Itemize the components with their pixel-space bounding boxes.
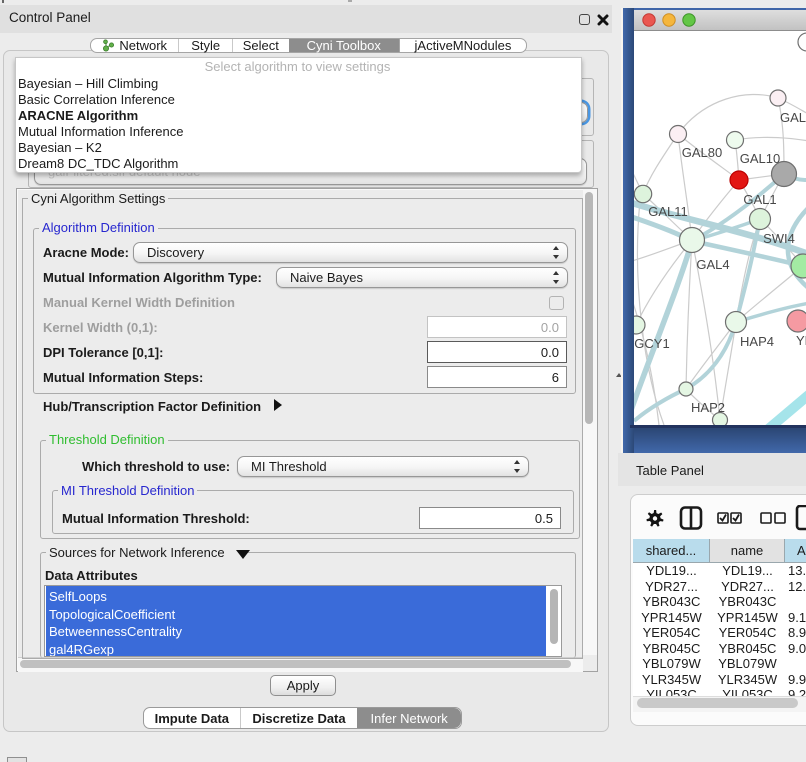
svg-text:GAL80: GAL80 bbox=[682, 145, 722, 160]
svg-text:HAP2: HAP2 bbox=[691, 400, 725, 415]
svg-text:GAL4: GAL4 bbox=[696, 257, 729, 272]
svg-text:SWI4: SWI4 bbox=[763, 231, 795, 246]
svg-text:YM: YM bbox=[796, 333, 806, 348]
svg-text:GAL1: GAL1 bbox=[743, 192, 776, 207]
svg-text:GAL11: GAL11 bbox=[648, 204, 688, 219]
svg-text:GAL10: GAL10 bbox=[740, 151, 780, 166]
svg-text:GAL7: GAL7 bbox=[780, 110, 806, 125]
svg-text:HAP4: HAP4 bbox=[740, 334, 774, 349]
svg-text:GCY1: GCY1 bbox=[634, 336, 669, 351]
